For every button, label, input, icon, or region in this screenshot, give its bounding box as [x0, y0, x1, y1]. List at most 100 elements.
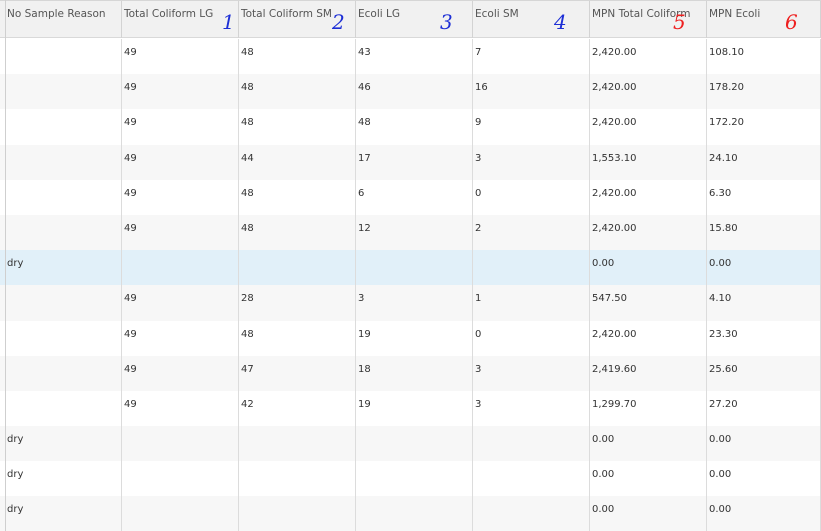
cell-ecoli-sm: 2 [473, 214, 590, 251]
cell-tc-lg [122, 250, 239, 286]
cell-ecoli-lg: 48 [356, 109, 473, 145]
cell-mpn-tc: 0.00 [590, 426, 707, 462]
cell-tc-sm: 48 [239, 39, 356, 75]
cell-ecoli-sm [473, 461, 590, 497]
cell-reason [5, 109, 122, 145]
cell-ecoli-lg: 3 [356, 285, 473, 321]
table-row[interactable]: 49 48 6 0 2,420.00 6.30 [0, 179, 821, 215]
cell-reason: dry [5, 461, 122, 497]
cell-ecoli-lg [356, 496, 473, 531]
cell-ecoli-sm: 1 [473, 285, 590, 321]
cell-mpn-tc: 2,420.00 [590, 320, 707, 356]
table-row[interactable]: 49 28 3 1 547.50 4.10 [0, 285, 821, 321]
cell-mpn-tc: 1,553.10 [590, 144, 707, 180]
column-header-label: No Sample Reason [7, 8, 106, 20]
column-header-label: Total Coliform SM [241, 8, 332, 20]
cell-mpn-ecoli: 0.00 [707, 250, 821, 286]
cell-mpn-tc: 2,420.00 [590, 179, 707, 215]
cell-reason [5, 179, 122, 215]
cell-ecoli-lg: 43 [356, 39, 473, 75]
table-row-selected[interactable]: dry 0.00 0.00 [0, 250, 821, 286]
cell-mpn-ecoli: 25.60 [707, 355, 821, 391]
cell-tc-sm [239, 496, 356, 531]
cell-ecoli-sm: 3 [473, 355, 590, 391]
cell-tc-lg [122, 461, 239, 497]
cell-tc-lg: 49 [122, 285, 239, 321]
cell-ecoli-lg: 18 [356, 355, 473, 391]
cell-mpn-ecoli: 24.10 [707, 144, 821, 180]
cell-tc-sm [239, 461, 356, 497]
cell-mpn-tc: 2,420.00 [590, 214, 707, 251]
table-row[interactable]: dry 0.00 0.00 [0, 426, 821, 462]
table-row[interactable]: 49 48 48 9 2,420.00 172.20 [0, 109, 821, 145]
cell-reason: dry [5, 496, 122, 531]
cell-ecoli-lg: 19 [356, 390, 473, 427]
cell-reason [5, 285, 122, 321]
column-header-label: MPN Ecoli [709, 8, 761, 20]
cell-tc-sm: 48 [239, 109, 356, 145]
cell-tc-sm: 47 [239, 355, 356, 391]
cell-reason [5, 39, 122, 75]
cell-mpn-ecoli: 178.20 [707, 74, 821, 110]
cell-mpn-ecoli: 0.00 [707, 461, 821, 497]
table-row[interactable]: dry 0.00 0.00 [0, 461, 821, 497]
cell-ecoli-lg [356, 426, 473, 462]
cell-tc-sm: 44 [239, 144, 356, 180]
column-header-label: Ecoli SM [475, 8, 519, 20]
cell-reason [5, 390, 122, 427]
table-row[interactable]: 49 48 19 0 2,420.00 23.30 [0, 320, 821, 356]
cell-tc-lg: 49 [122, 39, 239, 75]
cell-tc-sm: 28 [239, 285, 356, 321]
cell-ecoli-sm: 0 [473, 320, 590, 356]
column-header-mpn-tc[interactable]: MPN Total Coliform [590, 1, 707, 38]
cell-tc-lg [122, 426, 239, 462]
cell-ecoli-sm: 3 [473, 144, 590, 180]
cell-tc-sm [239, 426, 356, 462]
table-row[interactable]: 49 47 18 3 2,419.60 25.60 [0, 355, 821, 391]
cell-tc-sm: 48 [239, 179, 356, 215]
cell-mpn-ecoli: 23.30 [707, 320, 821, 356]
cell-ecoli-lg [356, 461, 473, 497]
column-header-ecoli-lg[interactable]: Ecoli LG [356, 1, 473, 38]
table-row[interactable]: 49 48 43 7 2,420.00 108.10 [0, 39, 821, 75]
cell-mpn-ecoli: 172.20 [707, 109, 821, 145]
cell-ecoli-sm [473, 426, 590, 462]
cell-mpn-ecoli: 27.20 [707, 390, 821, 427]
cell-mpn-tc: 0.00 [590, 461, 707, 497]
cell-reason: dry [5, 250, 122, 286]
cell-mpn-tc: 2,420.00 [590, 39, 707, 75]
cell-mpn-tc: 0.00 [590, 496, 707, 531]
cell-tc-lg: 49 [122, 179, 239, 215]
cell-mpn-tc: 547.50 [590, 285, 707, 321]
cell-tc-sm [239, 250, 356, 286]
cell-ecoli-lg: 17 [356, 144, 473, 180]
cell-reason: dry [5, 426, 122, 462]
handwritten-annotation: 5 [673, 10, 686, 34]
cell-mpn-tc: 2,420.00 [590, 74, 707, 110]
cell-reason [5, 320, 122, 356]
table-row[interactable]: 49 48 46 16 2,420.00 178.20 [0, 74, 821, 110]
data-grid: No Sample Reason Total Coliform LG 1 Total … [0, 0, 821, 531]
grid-left-border [5, 0, 6, 531]
cell-tc-lg [122, 496, 239, 531]
cell-ecoli-sm: 9 [473, 109, 590, 145]
table-row[interactable]: dry 0.00 0.00 [0, 496, 821, 531]
cell-ecoli-sm [473, 250, 590, 286]
cell-reason [5, 355, 122, 391]
cell-tc-sm: 42 [239, 390, 356, 427]
table-row[interactable]: 49 42 19 3 1,299.70 27.20 [0, 390, 821, 427]
column-header-label: Ecoli LG [358, 8, 400, 20]
column-header-ecoli-sm[interactable]: Ecoli SM [473, 1, 590, 38]
cell-tc-lg: 49 [122, 144, 239, 180]
column-header-label: Total Coliform LG [124, 8, 214, 20]
cell-mpn-ecoli: 4.10 [707, 285, 821, 321]
cell-tc-lg: 49 [122, 355, 239, 391]
grid-header: No Sample Reason Total Coliform LG 1 Total … [0, 0, 821, 38]
cell-mpn-tc: 0.00 [590, 250, 707, 286]
table-row[interactable]: 49 48 12 2 2,420.00 15.80 [0, 214, 821, 251]
column-header-mpn-ecoli[interactable]: MPN Ecoli [707, 1, 821, 38]
cell-tc-sm: 48 [239, 74, 356, 110]
table-row[interactable]: 49 44 17 3 1,553.10 24.10 [0, 144, 821, 180]
column-header-reason[interactable]: No Sample Reason [5, 1, 122, 38]
cell-tc-lg: 49 [122, 214, 239, 251]
